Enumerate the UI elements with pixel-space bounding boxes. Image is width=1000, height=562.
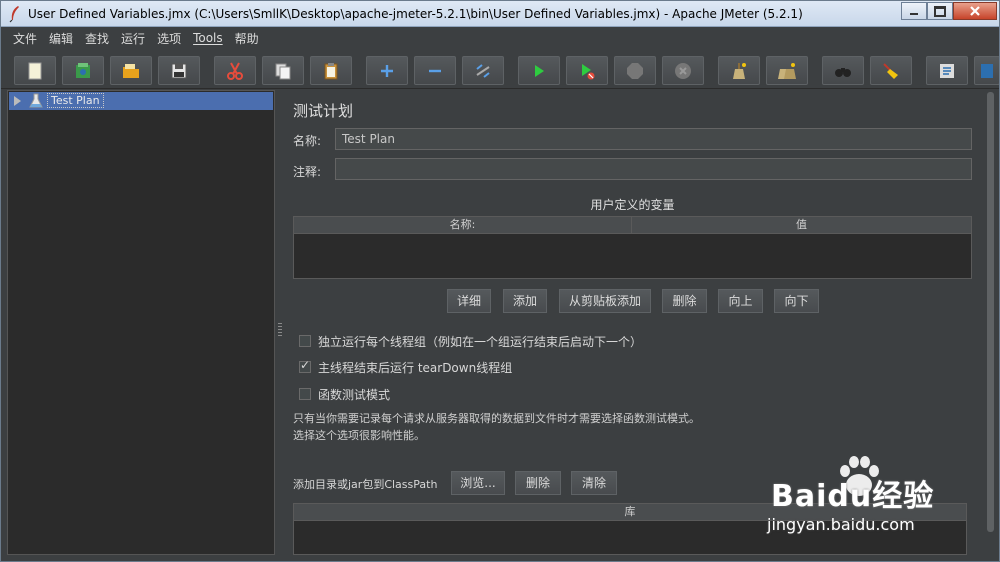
minus-icon: [429, 69, 441, 72]
clear-icon: [733, 62, 746, 79]
teardown-checkbox[interactable]: [299, 358, 311, 373]
menu-edit[interactable]: 编辑: [43, 30, 79, 47]
toggle-button[interactable]: [462, 56, 504, 85]
serialize-checkbox[interactable]: [299, 335, 311, 347]
delete-button[interactable]: 删除: [662, 289, 707, 313]
browse-button[interactable]: 浏览...: [451, 471, 505, 495]
menu-bar: 文件 编辑 查找 运行 选项 Tools 帮助: [1, 27, 999, 49]
functional-mode-option[interactable]: 函数测试模式: [299, 385, 390, 403]
classpath-delete-button[interactable]: 删除: [515, 471, 561, 495]
teardown-option[interactable]: 主线程结束后运行 tearDown线程组: [299, 358, 512, 376]
menu-help[interactable]: 帮助: [229, 30, 265, 47]
menu-options[interactable]: 选项: [151, 30, 187, 47]
maximize-button[interactable]: [927, 2, 953, 20]
baidu-jingyan-watermark: Baidu经验 jingyan.baidu.com: [753, 453, 993, 547]
binoculars-icon: [835, 67, 851, 77]
performance-note: 选择这个选项很影响性能。: [293, 429, 425, 442]
save-button[interactable]: [158, 56, 200, 85]
stop-icon: [627, 62, 643, 79]
name-label: 名称:: [293, 134, 322, 148]
help-icon: [981, 63, 993, 78]
teardown-label: 主线程结束后运行 tearDown线程组: [318, 360, 513, 375]
comment-field[interactable]: [335, 158, 972, 180]
save-icon: [171, 63, 187, 78]
plus-icon: [381, 64, 393, 77]
templates-icon: [76, 62, 90, 78]
start-no-pauses-button[interactable]: [566, 56, 608, 85]
help-button[interactable]: [974, 56, 999, 85]
watermark-brand: Baidu经验: [771, 479, 935, 514]
function-helper-icon: [940, 63, 954, 78]
classpath-clear-button[interactable]: 清除: [571, 471, 617, 495]
reset-search-button[interactable]: [870, 56, 912, 85]
move-up-button[interactable]: 向上: [718, 289, 763, 313]
menu-file[interactable]: 文件: [7, 30, 43, 47]
expand-all-button[interactable]: [366, 56, 408, 85]
cut-icon: [227, 62, 243, 80]
clear-all-button[interactable]: [766, 56, 808, 85]
add-button[interactable]: 添加: [503, 289, 547, 313]
functional-mode-checkbox[interactable]: [299, 388, 311, 400]
variables-table-header: 名称: 值: [294, 217, 971, 234]
copy-icon: [275, 63, 291, 79]
minimize-button[interactable]: [901, 2, 927, 20]
new-icon: [28, 62, 42, 79]
menu-run[interactable]: 运行: [115, 30, 151, 47]
watermark-url: jingyan.baidu.com: [767, 515, 915, 534]
toggle-icon: [476, 63, 490, 78]
functional-mode-label: 函数测试模式: [318, 387, 391, 402]
jmeter-feather-icon: [9, 6, 19, 23]
test-plan-icon: [29, 93, 43, 108]
open-button[interactable]: [110, 56, 152, 85]
broom-icon: [883, 62, 898, 79]
function-helper-button[interactable]: [926, 56, 968, 85]
start-button[interactable]: [518, 56, 560, 85]
variables-section-title: 用户定义的变量: [590, 198, 675, 212]
column-value[interactable]: 值: [632, 217, 971, 234]
comment-label: 注释:: [293, 165, 322, 179]
paste-button[interactable]: [310, 56, 352, 85]
serialize-label: 独立运行每个线程组（例如在一个组运行结束后启动下一个）: [318, 334, 643, 349]
clear-button[interactable]: [718, 56, 760, 85]
panel-title: 测试计划: [293, 102, 354, 120]
paste-icon: [324, 62, 338, 79]
copy-button[interactable]: [262, 56, 304, 85]
menu-search[interactable]: 查找: [79, 30, 115, 47]
cut-button[interactable]: [214, 56, 256, 85]
search-button[interactable]: [822, 56, 864, 85]
shutdown-icon: [675, 62, 691, 79]
clear-all-icon: [778, 62, 796, 79]
window-title: User Defined Variables.jmx (C:\Users\Sml…: [28, 7, 803, 21]
functional-mode-note: 只有当你需要记录每个请求从服务器取得的数据到文件时才需要选择函数测试模式。: [293, 412, 700, 425]
close-button[interactable]: [953, 2, 997, 20]
shutdown-button[interactable]: [662, 56, 704, 85]
new-button[interactable]: [14, 56, 56, 85]
classpath-label: 添加目录或jar包到ClassPath: [293, 478, 438, 491]
name-field[interactable]: Test Plan: [335, 128, 972, 150]
open-icon: [123, 63, 139, 78]
detail-button[interactable]: 详细: [447, 289, 491, 313]
divider-grip-icon[interactable]: [278, 323, 282, 337]
move-down-button[interactable]: 向下: [774, 289, 819, 313]
close-icon: [970, 6, 980, 16]
stop-button[interactable]: [614, 56, 656, 85]
jmeter-window: User Defined Variables.jmx (C:\Users\Sml…: [0, 0, 1000, 562]
serialize-thread-groups-option[interactable]: 独立运行每个线程组（例如在一个组运行结束后启动下一个）: [299, 332, 642, 350]
test-plan-tree: Test Plan: [7, 90, 275, 555]
toolbar: [1, 51, 999, 89]
tree-node-test-plan[interactable]: Test Plan: [9, 92, 273, 110]
column-name[interactable]: 名称:: [294, 217, 632, 234]
window-controls: [901, 2, 997, 20]
variables-table[interactable]: 名称: 值: [293, 216, 972, 279]
start-no-pause-icon: [582, 63, 595, 79]
expand-arrow-icon[interactable]: [14, 96, 21, 106]
templates-button[interactable]: [62, 56, 104, 85]
start-icon: [535, 64, 544, 77]
collapse-all-button[interactable]: [414, 56, 456, 85]
title-bar: User Defined Variables.jmx (C:\Users\Sml…: [1, 1, 999, 27]
tree-node-label: Test Plan: [47, 93, 104, 108]
add-from-clipboard-button[interactable]: 从剪贴板添加: [559, 289, 651, 313]
menu-tools[interactable]: Tools: [187, 31, 229, 45]
